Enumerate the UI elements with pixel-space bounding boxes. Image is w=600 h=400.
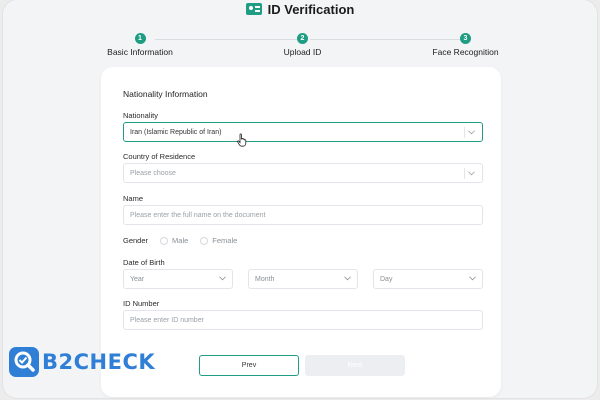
dob-label: Date of Birth — [123, 258, 165, 267]
gender-row: Gender Male Female — [123, 236, 237, 245]
id-card-icon — [245, 3, 262, 15]
id-number-placeholder: Please enter ID number — [130, 316, 204, 324]
radio-circle-icon — [160, 236, 169, 245]
radio-circle-icon — [200, 236, 209, 245]
page-header: ID Verification — [3, 0, 597, 18]
radio-label: Female — [212, 236, 238, 245]
month-placeholder: Month — [255, 275, 275, 283]
chevron-down-icon — [469, 276, 476, 281]
step-number: 2 — [297, 33, 308, 44]
id-number-input[interactable]: Please enter ID number — [123, 310, 483, 330]
gender-male-radio[interactable]: Male — [160, 236, 188, 245]
name-input[interactable]: Please enter the full name on the docume… — [123, 205, 483, 225]
id-number-label: ID Number — [123, 299, 160, 308]
radio-label: Male — [172, 236, 189, 245]
name-placeholder: Please enter the full name on the docume… — [130, 211, 266, 219]
form-card: Nationality Information Nationality Iran… — [101, 67, 501, 397]
step-label: Upload ID — [283, 47, 322, 57]
verification-window: ID Verification 1 Basic Information 2 Up… — [3, 0, 597, 398]
step-number: 1 — [134, 33, 146, 44]
residence-label: Country of Residence — [123, 152, 196, 161]
nationality-select[interactable]: Iran (Islamic Republic of Iran) — [123, 122, 483, 142]
year-placeholder: Year — [130, 275, 145, 283]
chevron-down-icon — [219, 276, 226, 281]
month-select[interactable]: Month — [248, 269, 358, 289]
name-label: Name — [123, 194, 144, 203]
residence-select[interactable]: Please choose — [123, 163, 483, 183]
logo-wordmark: B2CHECK — [42, 350, 156, 374]
step-upload-id: 2 Upload ID — [275, 33, 330, 57]
b2check-watermark: B2CHECK — [9, 347, 155, 377]
day-select[interactable]: Day — [373, 269, 483, 289]
nationality-label: Nationality — [123, 111, 159, 120]
step-label: Basic Information — [107, 47, 173, 57]
chevron-down-icon — [464, 127, 477, 138]
gender-female-radio[interactable]: Female — [200, 236, 237, 245]
step-label: Face Recognition — [432, 47, 499, 57]
step-number: 3 — [460, 33, 471, 44]
page-title: ID Verification — [267, 1, 355, 17]
step-face-recognition: 3 Face Recognition — [428, 33, 503, 57]
hand-cursor-icon — [237, 133, 247, 147]
prev-button[interactable]: Prev — [199, 355, 299, 376]
chevron-down-icon — [464, 168, 477, 179]
year-select[interactable]: Year — [123, 269, 233, 289]
residence-placeholder: Please choose — [130, 169, 176, 177]
gender-label: Gender — [123, 236, 149, 245]
logo-icon — [9, 347, 39, 377]
day-placeholder: Day — [380, 275, 393, 283]
next-button[interactable]: Next — [305, 355, 405, 376]
nationality-value: Iran (Islamic Republic of Iran) — [130, 128, 222, 136]
step-basic-information: 1 Basic Information — [105, 33, 175, 57]
chevron-down-icon — [344, 276, 351, 281]
section-title: Nationality Information — [123, 89, 208, 99]
progress-steps: 1 Basic Information 2 Upload ID 3 Face R… — [3, 33, 597, 63]
